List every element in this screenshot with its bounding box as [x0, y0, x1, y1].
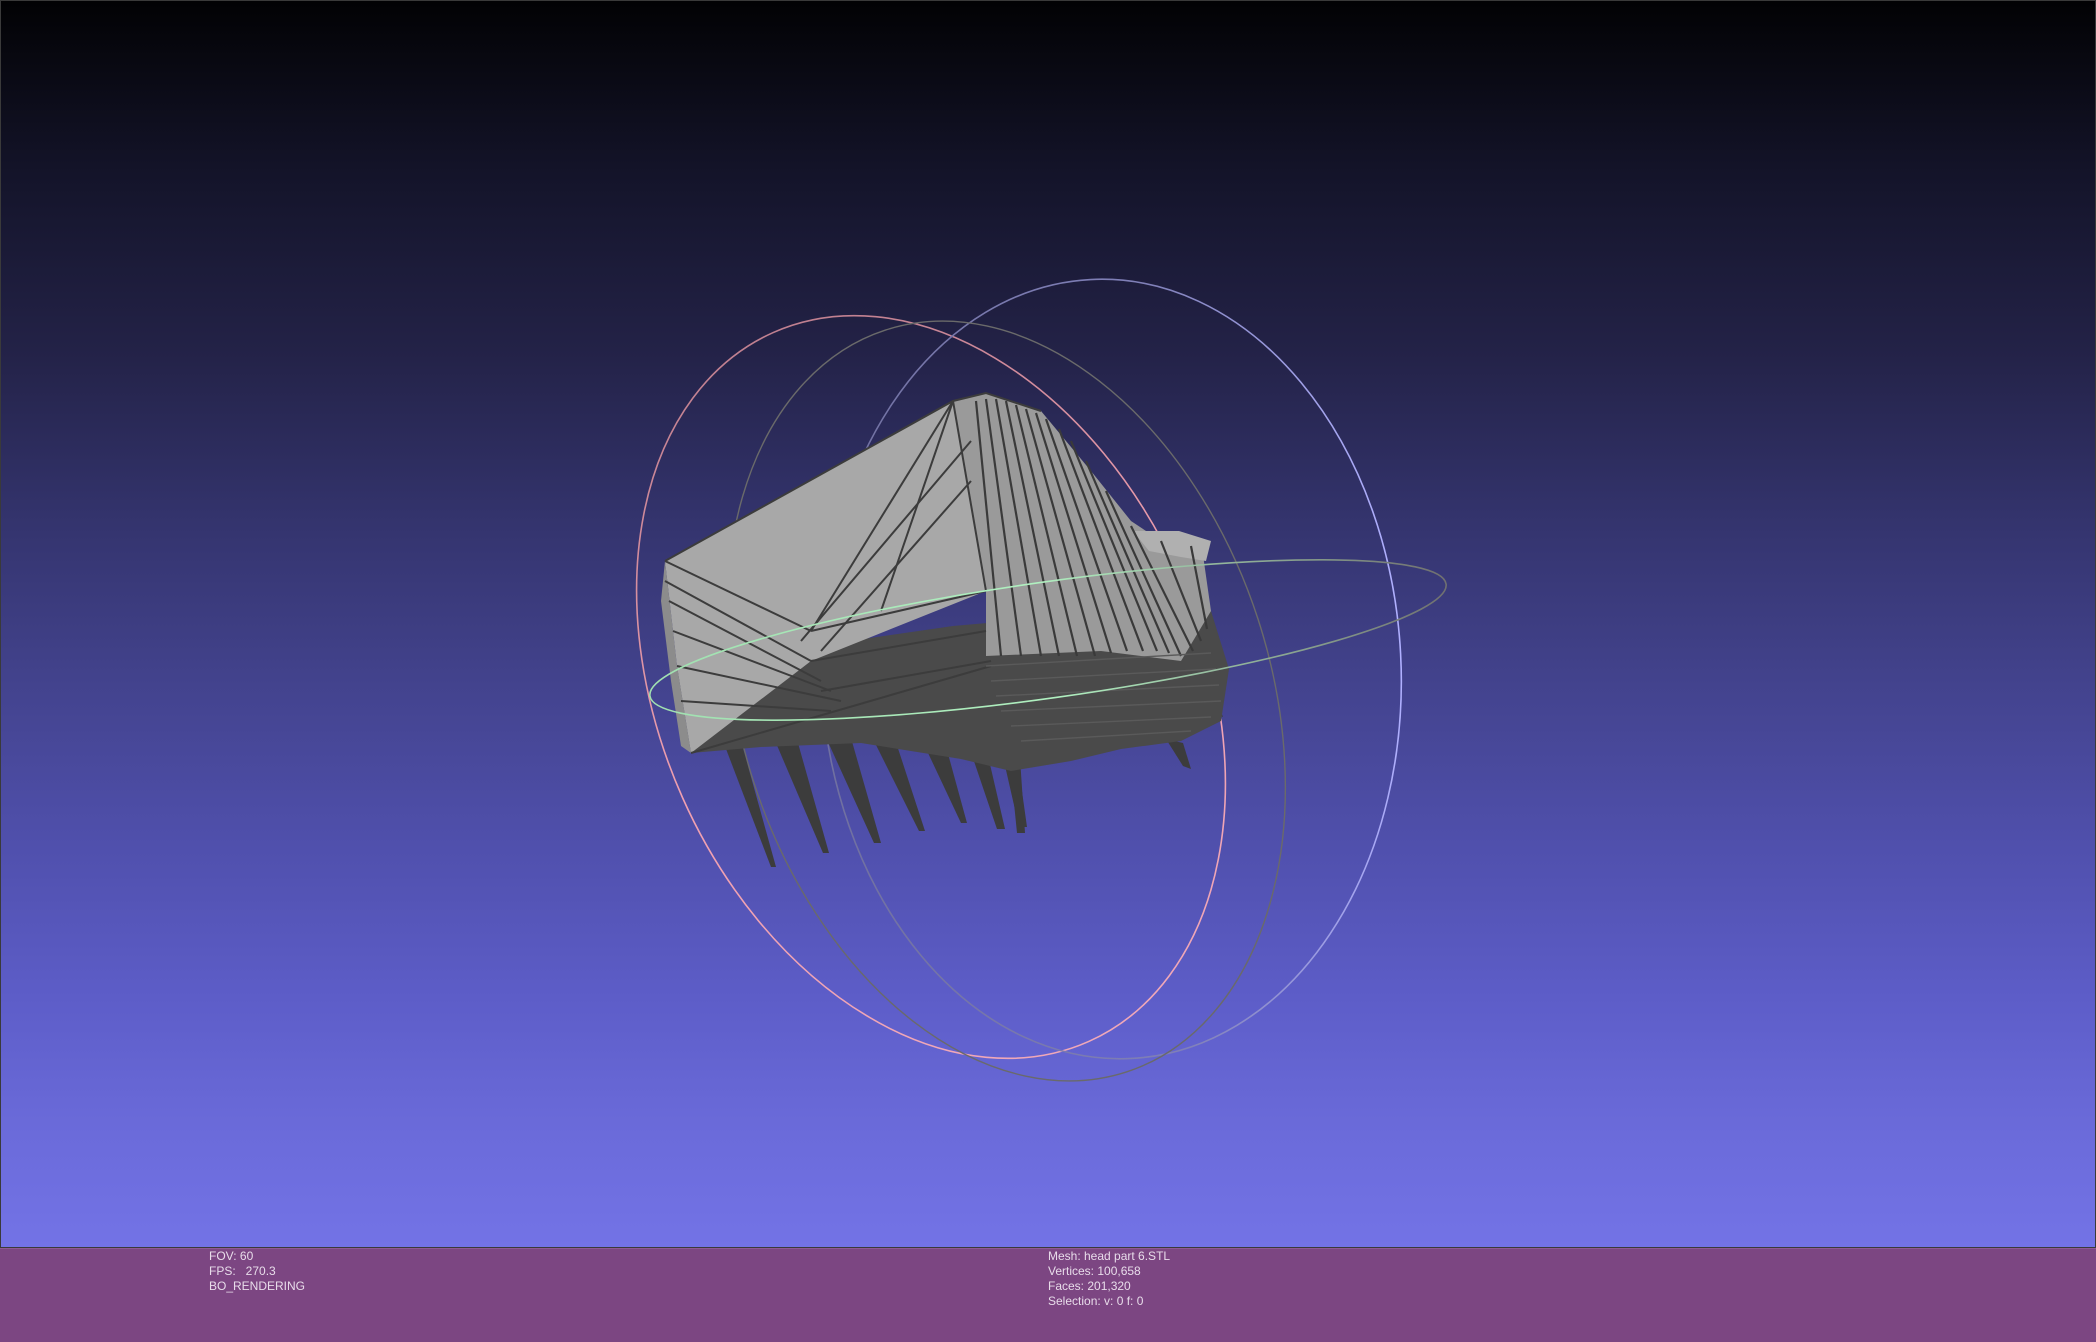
mesh-object[interactable]: [661, 391, 1229, 867]
fps-readout: FPS: 270.3: [209, 1264, 276, 1278]
fov-readout: FOV: 60: [209, 1249, 254, 1263]
faces-readout: Faces: 201,320: [1048, 1279, 1131, 1293]
vertices-readout: Vertices: 100,658: [1048, 1264, 1141, 1278]
mesh-name-readout: Mesh: head part 6.STL: [1048, 1249, 1171, 1263]
3d-viewport[interactable]: [0, 0, 2096, 1248]
selection-readout: Selection: v: 0 f: 0: [1048, 1294, 1144, 1308]
render-mode-readout: BO_RENDERING: [209, 1279, 306, 1293]
scene-canvas[interactable]: [1, 1, 2096, 1249]
render-status-panel: FOV: 60 FPS: 270.3 BO_RENDERING: [209, 1249, 305, 1294]
mesh-info-panel: Mesh: head part 6.STL Vertices: 100,658 …: [1048, 1249, 1170, 1309]
